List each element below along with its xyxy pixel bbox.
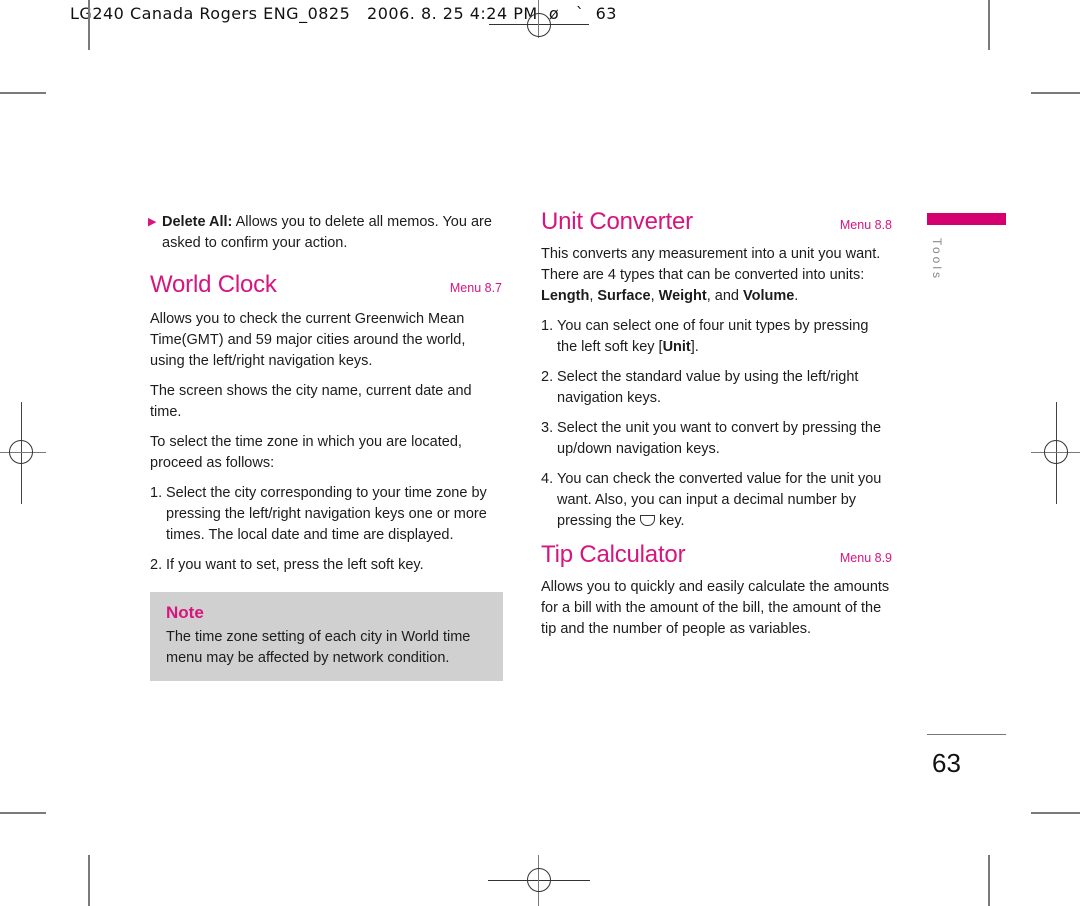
unit-type-weight: Weight: [658, 288, 707, 304]
crop-mark-bottom-left-h: [0, 812, 46, 814]
unit-key-label: Unit: [662, 339, 691, 355]
unit-converter-step: 2. Select the standard value by using th…: [541, 367, 892, 409]
step-number: 2.: [150, 557, 163, 573]
unit-converter-intro: This converts any measurement into a uni…: [541, 244, 892, 307]
step-number: 4.: [541, 471, 554, 487]
crop-mark-top-left-h: [0, 92, 46, 94]
left-column: ▶ Delete All: Allows you to delete all m…: [148, 212, 503, 681]
step-text: Select the standard value by using the l…: [557, 369, 859, 406]
bullet-label: Delete All:: [162, 214, 233, 230]
world-clock-para-1: Allows you to check the current Greenwic…: [150, 311, 466, 369]
step-text-end: ].: [690, 339, 699, 355]
note-box: Note The time zone setting of each city …: [150, 592, 503, 681]
step-number: 2.: [541, 369, 554, 385]
section-tab-bar: [927, 213, 1006, 225]
period: .: [794, 288, 799, 304]
crop-mark-bottom-right-v: [988, 855, 990, 906]
crop-mark-top-right-v: [988, 0, 990, 50]
note-text: The time zone setting of each city in Wo…: [166, 629, 471, 666]
step-text-end: key.: [659, 513, 685, 529]
crop-mark-top-left-v: [88, 0, 90, 50]
tip-calculator-header: Tip Calculator Menu 8.9: [541, 541, 892, 569]
world-clock-step: 2. If you want to set, press the left so…: [150, 555, 502, 576]
step-number: 1.: [150, 485, 163, 501]
unit-converter-step: 1. You can select one of four unit types…: [541, 316, 892, 358]
unit-converter-menu-ref: Menu 8.8: [839, 218, 892, 232]
unit-type-volume: Volume: [743, 288, 795, 304]
unit-converter-step: 3. Select the unit you want to convert b…: [541, 418, 892, 460]
step-number: 1.: [541, 318, 554, 334]
unit-type-length: Length: [541, 288, 590, 304]
bullet-arrow-icon: ▶: [148, 216, 157, 228]
unit-converter-steps: 1. You can select one of four unit types…: [541, 316, 892, 532]
world-clock-title: World Clock: [150, 271, 277, 298]
tip-calculator-text: Allows you to quickly and easily calcula…: [541, 579, 890, 637]
unit-converter-title: Unit Converter: [541, 208, 693, 235]
world-clock-menu-ref: Menu 8.7: [449, 281, 502, 295]
unit-converter-header: Unit Converter Menu 8.8: [541, 208, 892, 236]
separator: ,: [650, 288, 659, 304]
step-text: You can select one of four unit types by…: [557, 318, 869, 355]
page-number: 63: [932, 748, 961, 778]
world-clock-step: 1. Select the city corresponding to your…: [150, 483, 502, 546]
separator: , and: [706, 288, 743, 304]
world-clock-para-3: To select the time zone in which you are…: [150, 434, 462, 471]
section-tab-label: Tools: [930, 238, 944, 282]
note-title: Note: [166, 603, 204, 622]
intro-text: This converts any measurement into a uni…: [541, 246, 881, 283]
world-clock-para-2: The screen shows the city name, current …: [150, 383, 472, 420]
crop-mark-top-right-h: [1031, 92, 1080, 94]
world-clock-steps: 1. Select the city corresponding to your…: [150, 483, 502, 576]
tip-calculator-menu-ref: Menu 8.9: [839, 551, 892, 565]
page-number-rule: [927, 734, 1006, 735]
world-clock-header: World Clock Menu 8.7: [150, 271, 502, 299]
soft-key-icon: [640, 515, 655, 526]
step-text: If you want to set, press the left soft …: [166, 557, 424, 573]
delete-all-bullet: ▶ Delete All: Allows you to delete all m…: [148, 212, 502, 254]
crop-mark-bottom-left-v: [88, 855, 90, 906]
step-text: Select the city corresponding to your ti…: [166, 485, 487, 543]
step-text: You can check the converted value for th…: [557, 471, 882, 529]
step-number: 3.: [541, 420, 554, 436]
crop-mark-bottom-right-h: [1031, 812, 1080, 814]
unit-type-surface: Surface: [597, 288, 651, 304]
unit-converter-step: 4. You can check the converted value for…: [541, 469, 892, 532]
tip-calculator-title: Tip Calculator: [541, 541, 686, 568]
step-text: Select the unit you want to convert by p…: [557, 420, 882, 457]
right-column: Unit Converter Menu 8.8 This converts an…: [541, 208, 892, 640]
